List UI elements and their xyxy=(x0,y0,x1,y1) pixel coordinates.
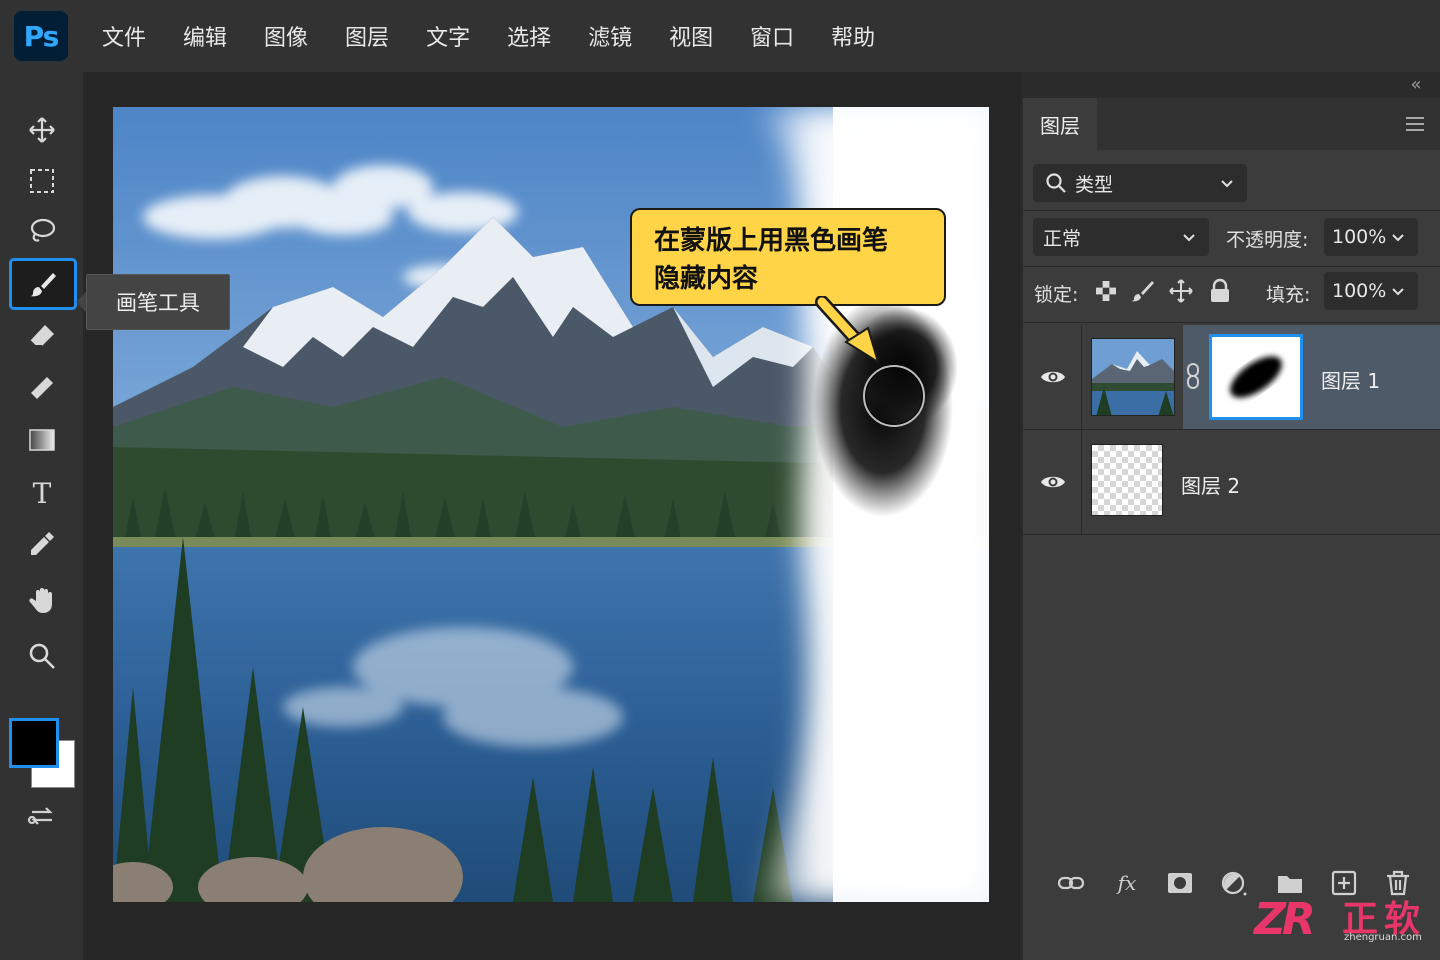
divider xyxy=(1023,322,1440,323)
link-chain-icon[interactable] xyxy=(1183,361,1203,391)
eye-icon[interactable] xyxy=(1039,363,1067,391)
menu-image[interactable]: 图像 xyxy=(264,20,308,52)
fill-label: 填充: xyxy=(1266,284,1311,306)
tip-callout: 在蒙版上用黑色画笔 隐藏内容 xyxy=(630,208,946,306)
menu-select[interactable]: 选择 xyxy=(507,20,551,52)
layer-row[interactable]: 图层 1 xyxy=(1023,325,1440,429)
link-icon[interactable] xyxy=(1056,868,1086,898)
fx-icon[interactable]: fx xyxy=(1112,868,1142,898)
adjustment-icon[interactable] xyxy=(1219,868,1249,898)
zoom-icon[interactable] xyxy=(12,632,72,680)
watermark-url: zhengruan.com xyxy=(1344,932,1422,943)
layer-filter-dropdown[interactable]: 类型 xyxy=(1033,164,1247,202)
menu-edit[interactable]: 编辑 xyxy=(183,20,227,52)
lock-pixels-icon[interactable] xyxy=(1129,278,1155,304)
opacity-field[interactable]: 100% xyxy=(1324,218,1418,256)
app-logo: Ps xyxy=(14,11,68,61)
watermark: ZR 正软 zhengruan.com xyxy=(1254,890,1430,950)
tool-tooltip: 画笔工具 xyxy=(86,274,230,330)
visibility-divider xyxy=(1081,325,1082,429)
layer-mask-thumbnail[interactable] xyxy=(1209,334,1303,420)
brush-icon[interactable] xyxy=(9,258,77,310)
eye-icon[interactable] xyxy=(1039,468,1067,496)
opacity-value: 100% xyxy=(1332,226,1387,248)
lock-position-icon[interactable] xyxy=(1168,278,1194,304)
filter-label: 类型 xyxy=(1075,173,1114,196)
lock-all-icon[interactable] xyxy=(1207,278,1233,304)
layer-thumbnail[interactable] xyxy=(1091,444,1163,516)
move-icon[interactable] xyxy=(12,106,72,154)
brush-cursor xyxy=(863,365,925,427)
opacity-label: 不透明度: xyxy=(1226,229,1309,251)
panel-menu-icon[interactable] xyxy=(1404,114,1426,134)
menu-type[interactable]: 文字 xyxy=(426,20,470,52)
lock-label: 锁定: xyxy=(1034,284,1079,306)
chevron-down-icon xyxy=(1183,234,1195,242)
divider xyxy=(1023,534,1440,535)
menu-window[interactable]: 窗口 xyxy=(750,20,794,52)
search-icon xyxy=(1046,173,1066,193)
eyedropper-icon[interactable] xyxy=(12,520,72,568)
fill-value: 100% xyxy=(1332,280,1387,302)
layer-thumbnail[interactable] xyxy=(1091,338,1175,416)
chevron-down-icon xyxy=(1221,180,1233,188)
hand-icon[interactable] xyxy=(12,576,72,624)
divider xyxy=(1023,266,1440,267)
marquee-icon[interactable] xyxy=(12,157,72,205)
menu-items: 文件 编辑 图像 图层 文字 选择 滤镜 视图 窗口 帮助 xyxy=(102,0,912,72)
layer-name[interactable]: 图层 1 xyxy=(1321,365,1380,394)
blend-mode-value: 正常 xyxy=(1043,227,1082,250)
blend-mode-dropdown[interactable]: 正常 xyxy=(1033,218,1209,256)
collapse-panels-icon[interactable]: « xyxy=(1404,74,1428,95)
eraser-icon[interactable] xyxy=(12,312,72,360)
menu-filter[interactable]: 滤镜 xyxy=(588,20,632,52)
callout-arrow xyxy=(815,296,880,365)
watermark-logo: ZR xyxy=(1254,894,1316,945)
type-icon[interactable]: T xyxy=(12,468,72,516)
menu-file[interactable]: 文件 xyxy=(102,20,146,52)
tooltip-pointer xyxy=(76,292,86,312)
layers-panel: 图层 类型 正常 不透明度: 100% 锁定: 填充: 100% 图层 1 图层… xyxy=(1023,98,1440,960)
svg-text:fx: fx xyxy=(1116,871,1137,895)
chevron-down-icon xyxy=(1392,234,1404,242)
menu-help[interactable]: 帮助 xyxy=(831,20,875,52)
menu-bar: Ps 文件 编辑 图像 图层 文字 选择 滤镜 视图 窗口 帮助 xyxy=(0,0,1440,72)
fill-field[interactable]: 100% xyxy=(1324,272,1418,310)
callout-text-line2: 隐藏内容 xyxy=(654,264,759,294)
mask-icon[interactable] xyxy=(1165,868,1195,898)
callout-text-line1: 在蒙版上用黑色画笔 xyxy=(654,226,889,256)
ruler-icon[interactable] xyxy=(12,364,72,412)
foreground-color-swatch[interactable] xyxy=(9,718,59,768)
layer-name[interactable]: 图层 2 xyxy=(1181,470,1240,499)
tab-layers[interactable]: 图层 xyxy=(1023,98,1097,150)
menu-layer[interactable]: 图层 xyxy=(345,20,389,52)
chevron-down-icon xyxy=(1392,288,1404,296)
panel-header: 图层 xyxy=(1023,98,1440,150)
menu-view[interactable]: 视图 xyxy=(669,20,713,52)
visibility-divider xyxy=(1081,430,1082,534)
layer-row[interactable]: 图层 2 xyxy=(1023,430,1440,534)
divider xyxy=(1023,210,1440,211)
gradient-icon[interactable] xyxy=(12,416,72,464)
lasso-icon[interactable] xyxy=(12,207,72,255)
svg-text:T: T xyxy=(33,477,52,507)
lock-transparency-icon[interactable] xyxy=(1093,278,1119,304)
swap-colors-icon[interactable] xyxy=(26,800,58,832)
